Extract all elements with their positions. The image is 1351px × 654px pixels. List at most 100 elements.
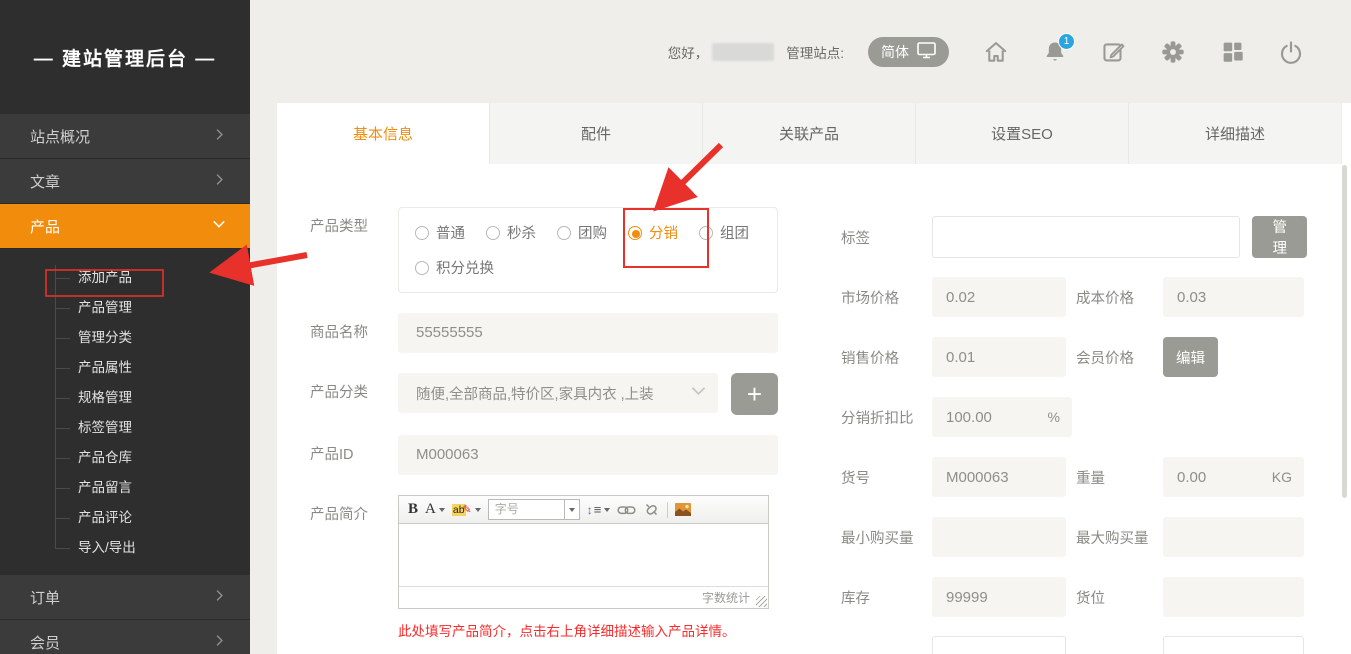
product-name-label: 商品名称	[310, 313, 398, 353]
sidebar-item-articles[interactable]: 文章	[0, 159, 250, 204]
sidebar-item-products[interactable]: 产品	[0, 204, 250, 249]
gear-icon[interactable]	[1160, 39, 1186, 65]
manage-tags-button[interactable]: 管理	[1252, 216, 1307, 258]
product-category-label: 产品分类	[310, 373, 398, 415]
bold-button[interactable]: B	[408, 501, 418, 518]
sidebar-item-product-attrs[interactable]: 产品属性	[0, 353, 250, 383]
tag-input[interactable]	[932, 216, 1240, 258]
sku-input[interactable]	[932, 457, 1066, 497]
add-category-button[interactable]: +	[731, 373, 778, 415]
radio-selected-icon	[628, 226, 642, 240]
sidebar-item-add-product[interactable]: 添加产品	[0, 263, 250, 293]
extra-input-left[interactable]	[932, 636, 1066, 654]
sidebar-item-import-export[interactable]: 导入/导出	[0, 533, 250, 563]
greeting-text: 您好，	[668, 42, 709, 62]
sidebar-item-tag-manage[interactable]: 标签管理	[0, 413, 250, 443]
apps-grid-icon[interactable]	[1219, 39, 1245, 65]
sidebar-item-product-message[interactable]: 产品留言	[0, 473, 250, 503]
sidebar-item-category-manage[interactable]: 管理分类	[0, 323, 250, 353]
edit-member-price-button[interactable]: 编辑	[1163, 337, 1218, 377]
vertical-scrollbar[interactable]	[1342, 165, 1347, 498]
radio-team[interactable]: 组团	[699, 222, 749, 243]
distribution-discount-input[interactable]	[932, 397, 1072, 437]
radio-normal[interactable]: 普通	[415, 222, 465, 243]
toolbar-divider	[667, 502, 668, 518]
font-size-select[interactable]: 字号	[488, 499, 580, 520]
radio-distribution[interactable]: 分销	[628, 222, 678, 243]
tab-accessories[interactable]: 配件	[490, 103, 703, 164]
weight-input[interactable]	[1163, 457, 1304, 497]
tag-label: 标签	[841, 227, 932, 248]
radio-icon	[415, 226, 429, 240]
link-icon[interactable]	[617, 502, 636, 518]
radio-points-exchange[interactable]: 积分兑换	[415, 257, 494, 278]
sidebar-item-site-overview[interactable]: 站点概况	[0, 114, 250, 159]
chevron-right-icon	[213, 589, 226, 606]
min-buy-input[interactable]	[932, 517, 1066, 557]
radio-icon	[415, 261, 429, 275]
radio-seckill[interactable]: 秒杀	[486, 222, 536, 243]
caret-down-icon	[439, 508, 445, 512]
sidebar-item-orders[interactable]: 订单	[0, 575, 250, 620]
language-pill-button[interactable]: 简体	[868, 37, 949, 67]
radio-icon	[486, 226, 500, 240]
tab-detailed-description[interactable]: 详细描述	[1129, 103, 1342, 164]
product-intro-label: 产品简介	[310, 495, 398, 609]
chevron-down-icon	[691, 385, 706, 401]
font-color-button[interactable]: A	[425, 501, 445, 518]
product-category-select[interactable]: 随便,全部商品,特价区,家具内衣 ,上装	[398, 373, 718, 413]
tab-seo-settings[interactable]: 设置SEO	[916, 103, 1129, 164]
sidebar-item-product-manage[interactable]: 产品管理	[0, 293, 250, 323]
highlight-button[interactable]: ab✎	[452, 503, 481, 516]
radio-groupbuy[interactable]: 团购	[557, 222, 607, 243]
product-name-input[interactable]	[398, 313, 778, 353]
sale-price-label: 销售价格	[841, 347, 932, 368]
market-price-input[interactable]	[932, 277, 1066, 317]
stock-input[interactable]	[932, 577, 1066, 617]
top-header: 您好， 管理站点: 简体 1	[250, 0, 1351, 103]
home-icon[interactable]	[983, 39, 1009, 65]
tab-basic-info[interactable]: 基本信息	[277, 103, 490, 164]
app-title: — 建站管理后台 —	[0, 0, 250, 114]
product-type-label: 产品类型	[310, 207, 398, 293]
max-buy-input[interactable]	[1163, 517, 1304, 557]
insert-image-icon[interactable]	[675, 503, 691, 516]
form-right-column: 标签 管理 市场价格 成本价格 销售价格 会员价格 编辑 分销折扣比 % 货号	[841, 215, 1307, 654]
weight-label: 重量	[1076, 467, 1163, 488]
sku-label: 货号	[841, 467, 932, 488]
chevron-right-icon	[213, 173, 226, 190]
sidebar-item-product-store[interactable]: 产品仓库	[0, 443, 250, 473]
sale-price-input[interactable]	[932, 337, 1066, 377]
censored-username	[712, 43, 774, 61]
sidebar-item-spec-manage[interactable]: 规格管理	[0, 383, 250, 413]
unlink-icon[interactable]	[643, 501, 660, 518]
edit-icon[interactable]	[1101, 39, 1127, 65]
cost-price-input[interactable]	[1163, 277, 1304, 317]
bell-icon[interactable]: 1	[1042, 39, 1068, 65]
product-type-group: 普通 秒杀 团购 分销 组团 积分兑换	[398, 207, 778, 293]
distribution-discount-label: 分销折扣比	[841, 407, 932, 428]
editor-text-area[interactable]	[399, 524, 768, 586]
line-height-button[interactable]: ↕≡	[587, 502, 611, 517]
extra-input-right[interactable]	[1163, 636, 1304, 654]
product-id-input[interactable]	[398, 435, 778, 475]
rich-text-editor: B A ab✎ 字号 ↕≡	[398, 495, 769, 609]
tab-related-products[interactable]: 关联产品	[703, 103, 916, 164]
updown-arrows-icon: ↕	[587, 503, 593, 517]
form-left-column: 产品类型 普通 秒杀 团购 分销 组团 积分兑换 商品名称 产品分类	[310, 207, 788, 640]
monitor-icon	[917, 42, 936, 62]
chevron-right-icon	[213, 634, 226, 651]
stock-label: 库存	[841, 587, 932, 608]
min-buy-label: 最小购买量	[841, 527, 932, 548]
sidebar-item-members[interactable]: 会员	[0, 620, 250, 654]
location-input[interactable]	[1163, 577, 1304, 617]
power-icon[interactable]	[1278, 39, 1304, 65]
intro-hint-text: 此处填写产品简介，点击右上角详细描述输入产品详情。	[398, 620, 788, 640]
caret-down-icon	[475, 508, 481, 512]
location-label: 货位	[1076, 587, 1163, 608]
cost-price-label: 成本价格	[1076, 287, 1163, 308]
resize-handle[interactable]	[756, 596, 767, 607]
tab-bar: 基本信息 配件 关联产品 设置SEO 详细描述	[277, 103, 1342, 164]
sidebar-item-product-reviews[interactable]: 产品评论	[0, 503, 250, 533]
member-price-label: 会员价格	[1076, 347, 1163, 368]
